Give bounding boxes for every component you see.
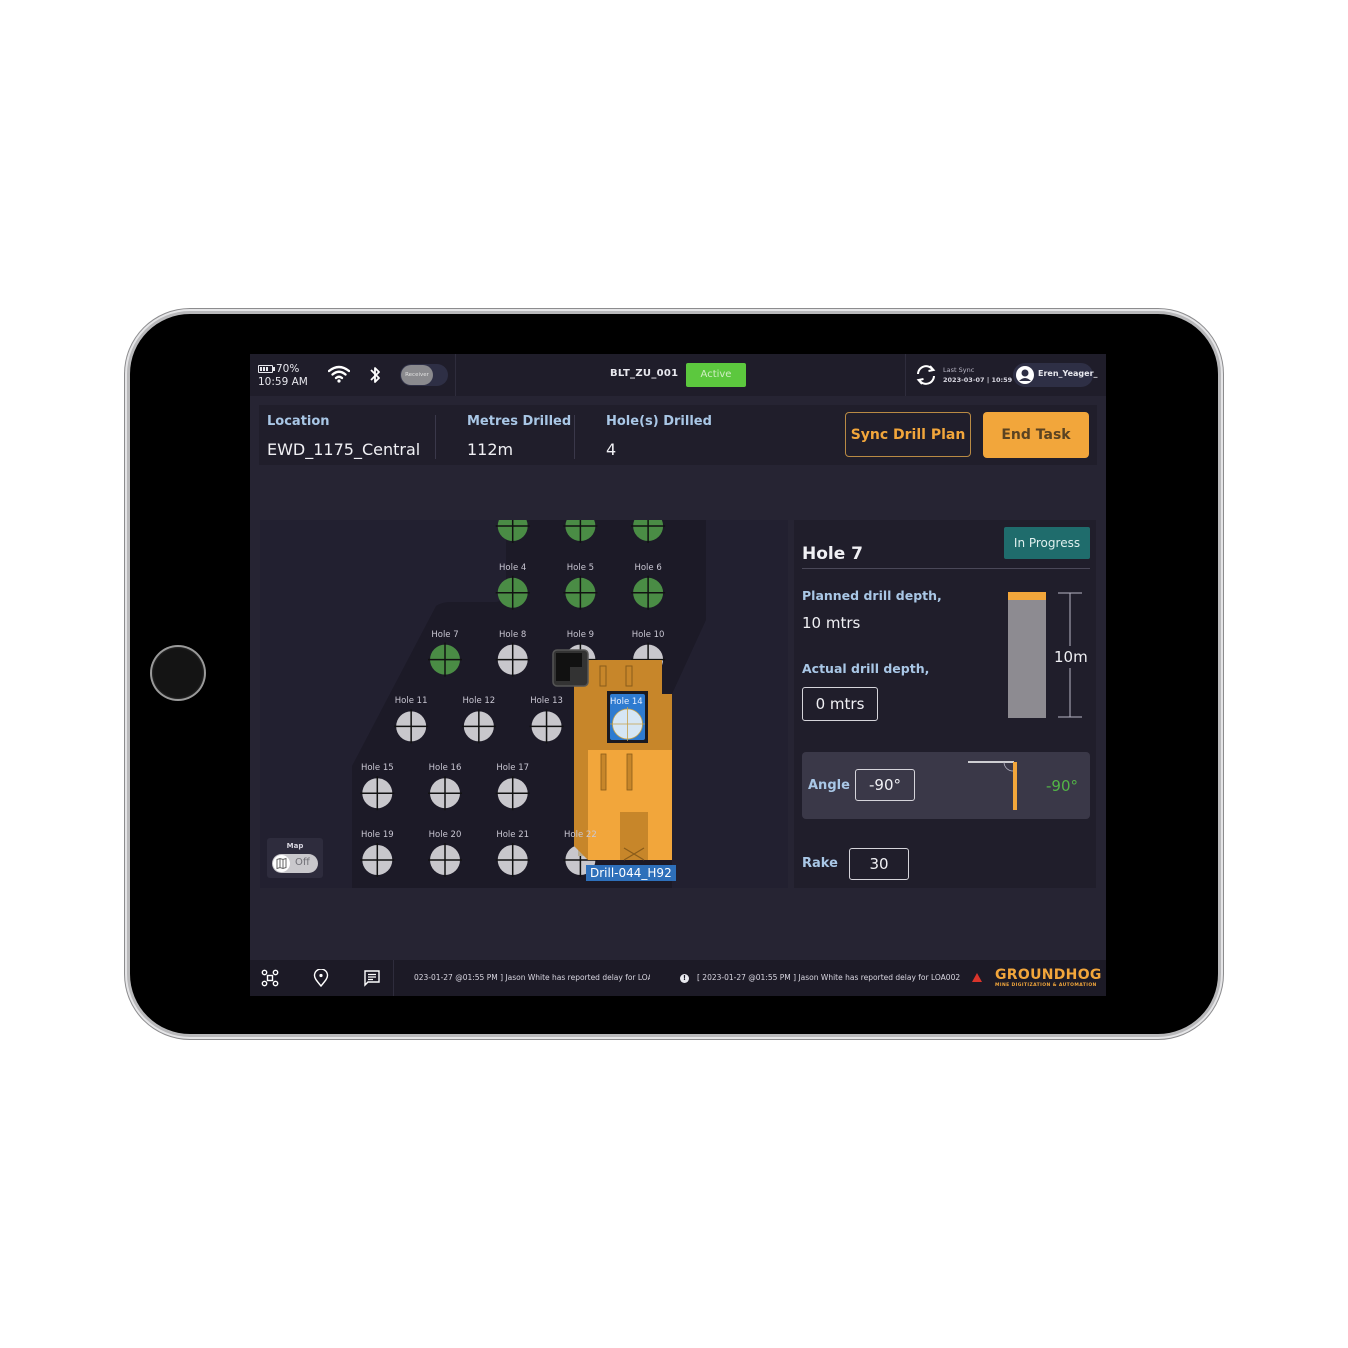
map-switch-knob: [273, 855, 290, 872]
hole-status-badge: In Progress: [1004, 527, 1090, 559]
last-sync-label: Last Sync: [943, 366, 975, 374]
rig-hole-label: Hole 14: [610, 697, 643, 707]
rig-cab-door: [620, 812, 648, 860]
ticker-message: 023-01-27 @01:55 PM ] Jason White has re…: [414, 973, 650, 982]
hole-label: Hole 21: [496, 830, 530, 840]
hole-label: Hole 15: [360, 763, 394, 774]
map-icon: [276, 857, 287, 870]
hole-label: Hole 11: [394, 696, 428, 707]
holes-drilled-value: 4: [606, 440, 617, 459]
receiver-toggle-knob: Receiver: [401, 365, 433, 385]
message-icon[interactable]: [363, 969, 381, 987]
angle-diagram: [968, 761, 1017, 810]
battery-percent: 70%: [276, 363, 300, 375]
drill-plan-map[interactable]: Hole 4 Hole 5 Hole 6 Hole 7 Hole 8 Hole 9 Hole…: [260, 520, 788, 888]
map-switch-state: Off: [295, 857, 310, 868]
divider: [905, 354, 906, 396]
rake-input[interactable]: [849, 848, 909, 880]
hole-label: Hole 5: [566, 562, 595, 573]
depth-gauge: [1008, 592, 1046, 718]
sync-icon[interactable]: [915, 364, 937, 386]
ticker-message: [ 2023-01-27 @01:55 PM ] Jason White has…: [697, 973, 961, 982]
map-toggle[interactable]: Map Off: [267, 838, 323, 878]
divider: [574, 415, 575, 459]
app-screen: 70% 10:59 AM Receiver BLT_ZU_001 Active …: [250, 354, 1106, 996]
divider: [802, 568, 1090, 569]
rake-label: Rake: [802, 856, 838, 871]
hole-label: Hole 12: [462, 696, 496, 707]
angle-label: Angle: [808, 778, 850, 793]
divider: [435, 415, 436, 459]
hole-label: Hole 13: [530, 696, 563, 707]
company-logo: GROUNDHOG: [995, 967, 1102, 983]
angle-section: Angle -90°: [802, 752, 1090, 819]
battery-icon: [258, 365, 275, 373]
hole-title: Hole 7: [802, 544, 864, 564]
hole-label: Hole 8: [499, 629, 527, 640]
device-id: BLT_ZU_001: [610, 368, 679, 379]
depth-scale-label: 10m: [1054, 646, 1088, 668]
hole-label: Hole 17: [496, 763, 530, 774]
location-pin-icon[interactable]: [313, 969, 329, 987]
hole-label: Hole 7: [431, 629, 459, 640]
receiver-toggle[interactable]: Receiver: [400, 364, 448, 386]
angle-readout: -90°: [1046, 777, 1078, 795]
user-name: Eren_Yeager_: [1038, 369, 1098, 378]
metres-drilled-value: 112m: [467, 440, 514, 459]
holes-drilled-label: Hole(s) Drilled: [606, 414, 712, 429]
alert-icon: !: [680, 974, 689, 983]
map-switch[interactable]: Off: [272, 854, 318, 873]
actual-depth-label: Actual drill depth,: [802, 661, 930, 676]
user-menu[interactable]: Eren_Yeager_: [1013, 363, 1098, 387]
hole-detail-panel: Hole 7 In Progress Planned drill depth, …: [794, 520, 1096, 888]
rig-cylinder: [626, 753, 633, 791]
planned-depth-value: 10 mtrs: [802, 614, 861, 632]
divider: [455, 354, 456, 396]
bottom-bar: 023-01-27 @01:55 PM ] Jason White has re…: [250, 960, 1106, 996]
device-status: 70% 10:59 AM: [258, 363, 308, 389]
location-label: Location: [267, 414, 330, 429]
home-button[interactable]: [152, 647, 204, 699]
location-value: EWD_1175_Central: [267, 440, 421, 459]
drill-name-label[interactable]: Drill-044_H92: [586, 865, 676, 881]
last-sync-value: 2023-03-07 | 10:59: [943, 376, 1013, 384]
hole-label: Hole 20: [428, 830, 462, 840]
hole-label: Hole 9: [566, 629, 595, 640]
end-task-button[interactable]: End Task: [983, 412, 1089, 458]
hole-label: Hole 4: [499, 562, 527, 573]
task-info-bar: Location EWD_1175_Central Metres Drilled…: [259, 405, 1097, 465]
clock: 10:59 AM: [258, 376, 308, 388]
hole-label: Hole 6: [634, 562, 662, 573]
hole-label: Hole 22: [564, 830, 597, 840]
planned-depth-label: Planned drill depth,: [802, 588, 942, 603]
metres-drilled-label: Metres Drilled: [467, 414, 572, 429]
user-avatar-icon: [1016, 366, 1034, 384]
status-badge: Active: [686, 363, 746, 387]
rig-cylinder: [600, 753, 607, 791]
notification-ticker: 023-01-27 @01:55 PM ] Jason White has re…: [414, 960, 650, 996]
wifi-icon: [328, 365, 350, 383]
divider: [393, 960, 394, 996]
network-icon[interactable]: [261, 969, 279, 987]
hole-label: Hole 16: [428, 763, 462, 774]
warning-icon: [972, 973, 982, 982]
angle-input[interactable]: [855, 769, 915, 801]
company-tagline: MINE DIGITIZATION & AUTOMATION: [995, 983, 1097, 988]
hole-label: Hole 10: [631, 629, 665, 640]
depth-gauge-top: [1008, 592, 1046, 600]
map-toggle-label: Map: [286, 842, 304, 850]
status-bar: 70% 10:59 AM Receiver BLT_ZU_001 Active …: [250, 354, 1106, 396]
sync-drill-plan-button[interactable]: Sync Drill Plan: [845, 412, 971, 457]
hole-label: Hole 19: [360, 830, 394, 840]
bluetooth-icon: [370, 367, 380, 383]
actual-depth-input[interactable]: [802, 687, 878, 721]
